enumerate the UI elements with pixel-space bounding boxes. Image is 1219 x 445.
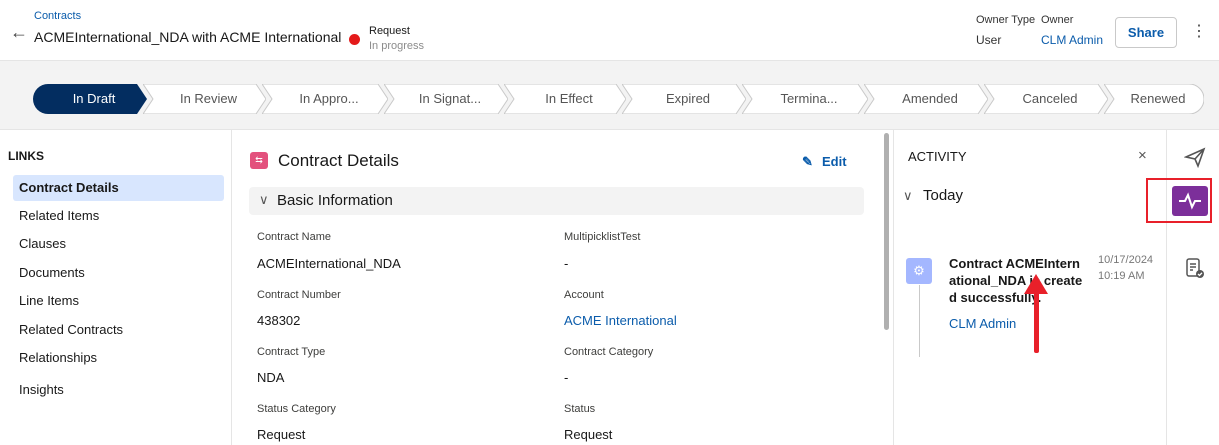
- activity-group-label[interactable]: Today: [923, 187, 963, 204]
- basic-information-section-header[interactable]: ∨ Basic Information: [249, 187, 864, 215]
- field-value: 438302: [257, 313, 301, 328]
- stage-in-signature[interactable]: In Signat...: [384, 84, 508, 114]
- field-label: Contract Category: [564, 346, 654, 358]
- owner-link[interactable]: CLM Admin: [1041, 33, 1103, 47]
- field-label: Status Category: [257, 403, 336, 415]
- breadcrumb[interactable]: Contracts: [34, 10, 81, 22]
- nav-item-clauses[interactable]: Clauses: [13, 231, 224, 257]
- stage-in-approval[interactable]: In Appro...: [262, 84, 388, 114]
- annotation-arrow-head: [1024, 274, 1048, 294]
- field-label: Status: [564, 403, 596, 415]
- field-value: -: [564, 256, 569, 271]
- field-label: Contract Type: [257, 346, 326, 358]
- stage-label: Renewed: [1130, 91, 1186, 106]
- field-label: Contract Name: [257, 231, 331, 243]
- stage-terminated[interactable]: Termina...: [742, 84, 868, 114]
- record-header: ← Contracts ACMEInternational_NDA with A…: [0, 0, 1219, 60]
- stage-label: Expired: [665, 91, 711, 106]
- owner-type-value: User: [976, 33, 1002, 47]
- field-value: NDA: [257, 370, 285, 385]
- stage-label: In Review: [179, 91, 238, 106]
- activity-date: 10/17/2024: [1098, 254, 1154, 266]
- annotation-arrow-shaft: [1034, 290, 1039, 353]
- links-sidebar: LINKS Contract Details Related Items Cla…: [0, 130, 232, 445]
- edit-button[interactable]: ✎ Edit: [802, 154, 847, 170]
- contract-activity-icon: ⚙: [906, 258, 932, 284]
- owner-label: Owner: [1041, 14, 1074, 26]
- activity-time: 10:19 AM: [1098, 270, 1145, 282]
- activity-heading: ACTIVITY: [908, 149, 967, 164]
- stage-label: In Signat...: [418, 91, 482, 106]
- field-label: Contract Number: [257, 289, 341, 301]
- owner-type-label: Owner Type: [976, 14, 1036, 26]
- section-label: Basic Information: [277, 192, 393, 209]
- nav-item-related-contracts[interactable]: Related Contracts: [13, 317, 224, 343]
- stage-label: In Effect: [545, 91, 593, 106]
- stage-label: Canceled: [1022, 91, 1078, 106]
- stage-label: Amended: [902, 91, 958, 106]
- status-dot-icon: [349, 34, 360, 45]
- stage-canceled[interactable]: Canceled: [984, 84, 1108, 114]
- stage-in-effect[interactable]: In Effect: [504, 84, 626, 114]
- share-button[interactable]: Share: [1115, 17, 1177, 48]
- edit-label: Edit: [822, 154, 847, 169]
- chevron-down-icon: ∨: [259, 192, 269, 207]
- nav-item-contract-details[interactable]: Contract Details: [13, 175, 224, 201]
- panel-title: Contract Details: [278, 151, 399, 170]
- more-actions-icon[interactable]: ⋮: [1190, 18, 1208, 46]
- links-heading: LINKS: [8, 149, 44, 163]
- stage-amended[interactable]: Amended: [864, 84, 988, 114]
- contract-details-icon: ⇆: [250, 152, 268, 169]
- field-value: -: [564, 370, 569, 385]
- send-icon[interactable]: [1182, 146, 1208, 172]
- stage-in-review[interactable]: In Review: [143, 84, 266, 114]
- chevron-down-icon[interactable]: ∨: [903, 188, 913, 204]
- document-check-icon[interactable]: [1182, 257, 1208, 283]
- field-label: MultipicklistTest: [564, 231, 641, 243]
- contract-details-panel: ⇆ Contract Details ✎ Edit ∨ Basic Informa…: [233, 130, 893, 445]
- field-value: ACMEInternational_NDA: [257, 256, 401, 271]
- field-value: Request: [257, 427, 306, 442]
- status-sublabel: In progress: [369, 40, 425, 52]
- nav-item-relationships[interactable]: Relationships: [13, 345, 224, 371]
- nav-item-line-items[interactable]: Line Items: [13, 288, 224, 314]
- stage-renewed[interactable]: Renewed: [1104, 84, 1204, 114]
- stage-in-draft[interactable]: In Draft: [33, 84, 147, 114]
- back-arrow-icon[interactable]: ←: [10, 22, 28, 43]
- stage-label: In Appro...: [299, 91, 359, 106]
- field-label: Account: [564, 289, 604, 301]
- field-value: Request: [564, 427, 613, 442]
- stage-label: In Draft: [72, 91, 116, 106]
- timeline-line: [919, 285, 920, 357]
- close-icon[interactable]: ×: [1138, 147, 1147, 164]
- activity-entry-text: Contract ACMEInternational_NDA is create…: [949, 256, 1083, 305]
- account-link[interactable]: ACME International: [564, 313, 677, 328]
- pencil-icon: ✎: [802, 154, 813, 169]
- stage-path: In Draft In Review In Appro... In Signat…: [0, 60, 1219, 130]
- stage-expired[interactable]: Expired: [622, 84, 746, 114]
- activity-user-link[interactable]: CLM Admin: [949, 316, 1016, 331]
- nav-item-documents[interactable]: Documents: [13, 260, 224, 286]
- main-scrollbar[interactable]: [884, 133, 889, 330]
- status-label: Request: [369, 25, 410, 37]
- stage-label: Termina...: [780, 91, 838, 106]
- nav-item-insights[interactable]: Insights: [13, 377, 224, 403]
- nav-item-related-items[interactable]: Related Items: [13, 203, 224, 229]
- annotation-highlight-box: [1146, 178, 1212, 223]
- record-title: ACMEInternational_NDA with ACME Internat…: [34, 29, 342, 45]
